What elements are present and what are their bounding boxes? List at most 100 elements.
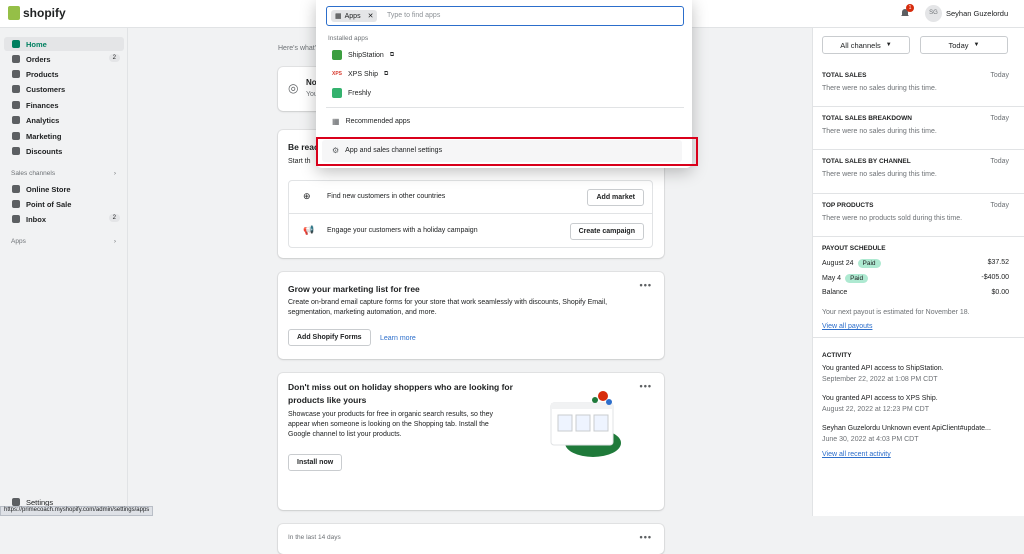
- close-icon[interactable]: ✕: [368, 12, 374, 20]
- sidebar-item-label: Marketing: [26, 131, 62, 141]
- sidebar-item-label: Discounts: [26, 146, 63, 156]
- chip-label: Apps: [344, 12, 361, 20]
- learn-more-link[interactable]: Learn more: [380, 335, 416, 342]
- discounts-icon: [12, 147, 20, 155]
- channels-dropdown[interactable]: All channels ▼: [822, 36, 910, 54]
- balance-label: Balance: [822, 289, 848, 296]
- sidebar-item-label: Analytics: [26, 115, 60, 125]
- chevron-right-icon: ›: [113, 170, 116, 177]
- dropdown-label: Today: [948, 40, 969, 50]
- highlight-box: [316, 137, 698, 166]
- top-products-section: TOP PRODUCTS Today There were no products …: [813, 194, 1024, 237]
- external-link-icon: ⧉: [389, 51, 395, 58]
- view-all-payouts-link[interactable]: View all payouts: [822, 323, 872, 330]
- total-sales-section: TOTAL SALES Today There were no sales duri…: [813, 64, 1024, 107]
- sidebar-item-label: Finances: [26, 100, 59, 110]
- date-dropdown[interactable]: Today ▼: [920, 36, 1008, 54]
- section-day: Today: [990, 158, 1009, 165]
- task-list: ⊕ Find new customers in other countries …: [288, 180, 653, 248]
- recommended-apps-item[interactable]: ▦ Recommended apps: [332, 114, 410, 128]
- sidebar-item-finances[interactable]: Finances: [4, 98, 124, 112]
- sidebar-item-marketing[interactable]: Marketing: [4, 129, 124, 143]
- sales-breakdown-section: TOTAL SALES BREAKDOWN Today There were no …: [813, 107, 1024, 150]
- section-text: There were no sales during this time.: [822, 171, 937, 178]
- apps-filter-chip[interactable]: ▦ Apps ✕: [331, 10, 378, 22]
- search-input[interactable]: ▦ Apps ✕ Type to find apps: [326, 6, 684, 26]
- app-item-xps-ship[interactable]: XPS XPS Ship ⧉: [332, 67, 388, 81]
- add-shopify-forms-button[interactable]: Add Shopify Forms: [288, 329, 371, 346]
- sidebar-item-inbox[interactable]: Inbox 2: [4, 212, 124, 226]
- sales-channels-label: Sales channels: [11, 170, 56, 177]
- home-icon: [12, 40, 20, 48]
- more-icon[interactable]: •••: [640, 280, 652, 290]
- more-icon[interactable]: •••: [640, 381, 652, 391]
- add-market-button[interactable]: Add market: [587, 189, 644, 206]
- sidebar-item-online-store[interactable]: Online Store: [4, 182, 124, 196]
- card-sub: In the last 14 days: [288, 534, 341, 541]
- section-title: ACTIVITY: [822, 352, 852, 359]
- customers-icon: [12, 85, 20, 93]
- app-item-shipstation[interactable]: ShipStation ⧉: [332, 48, 394, 62]
- inbox-icon: [12, 215, 20, 223]
- apps-icon: ▦: [335, 13, 342, 20]
- view-all-activity-link[interactable]: View all recent activity: [822, 451, 891, 458]
- install-now-button[interactable]: Install now: [288, 454, 343, 471]
- payout-amount: $37.52: [987, 259, 1009, 266]
- sidebar-item-label: Customers: [26, 84, 66, 94]
- payout-row: May 4 Paid: [822, 274, 869, 283]
- shopify-logo[interactable]: shopify: [8, 6, 66, 20]
- card-title: Don't miss out on holiday shoppers who a…: [288, 382, 513, 405]
- spinner-icon: ◎: [288, 81, 299, 95]
- apps-header[interactable]: Apps ›: [11, 238, 116, 245]
- section-text: There were no products sold during this …: [822, 215, 963, 222]
- sidebar-item-analytics[interactable]: Analytics: [4, 113, 124, 127]
- card-body: Create on-brand email capture forms for …: [288, 299, 608, 316]
- activity-date: September 22, 2022 at 1:08 PM CDT: [822, 376, 938, 383]
- apps-icon: ▦: [332, 116, 340, 126]
- gear-icon: [12, 498, 20, 506]
- products-icon: [12, 70, 20, 78]
- card-holiday: ••• Don't miss out on holiday shoppers w…: [278, 373, 664, 510]
- right-panel: All channels ▼ Today ▼ TOTAL SALES Today The…: [812, 28, 1024, 516]
- user-name[interactable]: Seyhan Guzelordu: [946, 9, 1008, 18]
- shopify-bag-icon: [8, 6, 20, 20]
- more-icon[interactable]: •••: [640, 532, 652, 542]
- section-day: Today: [990, 115, 1009, 122]
- task-row: 📢 Engage your customers with a holiday c…: [289, 215, 652, 248]
- sidebar-item-label: Home: [26, 39, 47, 49]
- store-icon: [12, 185, 20, 193]
- inbox-count: 2: [108, 214, 120, 222]
- app-name: ShipStation: [348, 51, 384, 59]
- create-campaign-button[interactable]: Create campaign: [569, 223, 644, 240]
- status-badge: Paid: [857, 259, 881, 268]
- section-title: TOP PRODUCTS: [822, 202, 874, 209]
- section-text: There were no sales during this time.: [822, 128, 937, 135]
- app-item-freshly[interactable]: Freshly: [332, 86, 371, 100]
- section-text: There were no sales during this time.: [822, 85, 937, 92]
- sidebar-item-orders[interactable]: Orders 2: [4, 52, 124, 66]
- status-badge: Paid: [845, 274, 869, 283]
- balance-value: $0.00: [991, 289, 1009, 296]
- avatar[interactable]: SG: [925, 5, 942, 22]
- activity-date: August 22, 2022 at 12:23 PM CDT: [822, 406, 930, 413]
- pos-icon: [12, 200, 20, 208]
- chevron-right-icon: ›: [113, 238, 116, 245]
- caret-down-icon: ▼: [885, 42, 892, 48]
- sidebar-item-label: Online Store: [26, 184, 71, 194]
- sidebar-item-point-of-sale[interactable]: Point of Sale: [4, 197, 124, 211]
- card-body: Showcase your products for free in organ…: [288, 411, 494, 438]
- payout-date: May 4: [822, 275, 842, 282]
- activity-text: You granted API access to ShipStation.: [822, 365, 944, 372]
- search-placeholder: Type to find apps: [387, 12, 441, 19]
- sidebar-item-home[interactable]: Home: [4, 37, 124, 51]
- sidebar-item-customers[interactable]: Customers: [4, 82, 124, 96]
- sales-channels-header[interactable]: Sales channels ›: [11, 170, 116, 177]
- notification-badge: 1: [906, 4, 914, 12]
- dropdown-label: All channels: [840, 40, 881, 50]
- sidebar-item-products[interactable]: Products: [4, 67, 124, 81]
- activity-section: ACTIVITY You granted API access to ShipS…: [813, 338, 1024, 478]
- section-title: TOTAL SALES BY CHANNEL: [822, 158, 911, 165]
- globe-icon: ⊕: [303, 191, 311, 201]
- sidebar-item-discounts[interactable]: Discounts: [4, 144, 124, 158]
- activity-date: June 30, 2022 at 4:03 PM CDT: [822, 436, 919, 443]
